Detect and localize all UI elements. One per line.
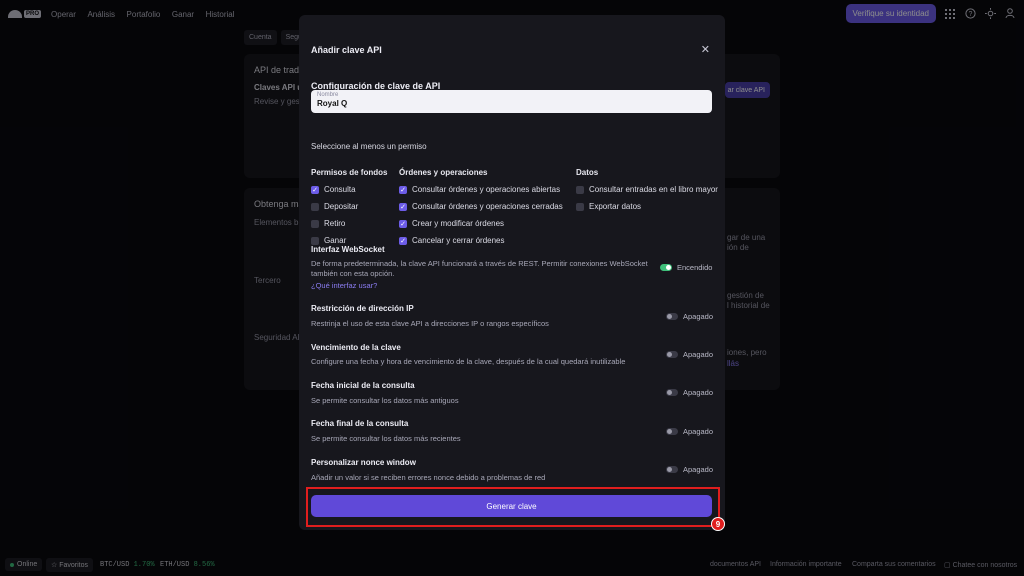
modal-title: Añadir clave API: [311, 45, 382, 55]
perm-label: Ganar: [324, 236, 347, 245]
perm-query-closed-orders[interactable]: ✓ Consultar órdenes y operaciones cerrada…: [399, 202, 563, 211]
highlight-box: [306, 487, 720, 527]
toggle-switch[interactable]: [666, 313, 678, 320]
nonce-window-title: Personalizar nonce window: [311, 458, 416, 467]
query-end-title: Fecha final de la consulta: [311, 419, 409, 428]
toggle-state-label: Encendido: [677, 263, 713, 272]
checkbox-icon[interactable]: [311, 202, 319, 211]
nonce-window-toggle[interactable]: Apagado: [666, 465, 713, 474]
name-field-label: Nombre: [317, 92, 339, 98]
perm-consulta[interactable]: ✓ Consulta: [311, 185, 356, 194]
key-expiry-desc: Configure una fecha y hora de vencimient…: [311, 357, 626, 366]
query-start-title: Fecha inicial de la consulta: [311, 381, 415, 390]
data-permissions-header: Datos: [576, 168, 599, 177]
query-start-toggle[interactable]: Apagado: [666, 388, 713, 397]
websocket-help-link[interactable]: ¿Qué interfaz usar?: [311, 281, 377, 290]
websocket-toggle[interactable]: Encendido: [660, 263, 712, 272]
checkbox-checked-icon[interactable]: ✓: [399, 236, 407, 245]
name-field[interactable]: Nombre: [311, 90, 712, 113]
perm-query-ledger[interactable]: Consultar entradas en el libro mayor: [576, 185, 718, 194]
perm-label: Consultar órdenes y operaciones abiertas: [412, 185, 561, 194]
toggle-state-label: Apagado: [683, 427, 714, 436]
checkbox-checked-icon[interactable]: ✓: [399, 202, 407, 211]
perm-retiro[interactable]: Retiro: [311, 219, 345, 228]
perm-label: Exportar datos: [589, 202, 642, 211]
ip-restriction-title: Restricción de dirección IP: [311, 304, 414, 313]
perm-label: Consultar órdenes y operaciones cerradas: [412, 202, 563, 211]
toggle-switch[interactable]: [666, 428, 678, 435]
funds-permissions-header: Permisos de fondos: [311, 168, 388, 177]
toggle-switch[interactable]: [666, 351, 678, 358]
permissions-hint: Seleccione al menos un permiso: [311, 142, 427, 151]
perm-cancel-close-orders[interactable]: ✓ Cancelar y cerrar órdenes: [399, 236, 504, 245]
checkbox-icon[interactable]: [311, 236, 319, 245]
toggle-switch[interactable]: [660, 264, 672, 271]
toggle-switch[interactable]: [666, 466, 678, 473]
checkbox-icon[interactable]: [576, 202, 584, 211]
nonce-window-desc: Añadir un valor si se reciben errores no…: [311, 473, 546, 482]
add-api-key-modal: Añadir clave API ✕ Configuración de clav…: [299, 15, 725, 530]
perm-label: Crear y modificar órdenes: [412, 219, 505, 228]
checkbox-icon[interactable]: [576, 185, 584, 194]
key-expiry-toggle[interactable]: Apagado: [666, 350, 713, 359]
toggle-state-label: Apagado: [683, 388, 714, 397]
websocket-desc: De forma predeterminada, la clave API fu…: [311, 259, 648, 278]
ip-restriction-toggle[interactable]: Apagado: [666, 312, 713, 321]
checkbox-icon[interactable]: [311, 219, 319, 228]
toggle-state-label: Apagado: [683, 350, 714, 359]
step-badge: 9: [711, 517, 725, 531]
perm-label: Cancelar y cerrar órdenes: [412, 236, 505, 245]
perm-label: Consulta: [324, 185, 356, 194]
perm-label: Retiro: [324, 219, 346, 228]
perm-label: Consultar entradas en el libro mayor: [589, 185, 718, 194]
perm-export-data[interactable]: Exportar datos: [576, 202, 641, 211]
websocket-title: Interfaz WebSocket: [311, 245, 385, 254]
query-start-desc: Se permite consultar los datos más antig…: [311, 396, 459, 405]
checkbox-checked-icon[interactable]: ✓: [399, 185, 407, 194]
close-icon[interactable]: ✕: [701, 43, 710, 56]
perm-ganar[interactable]: Ganar: [311, 236, 346, 245]
query-end-toggle[interactable]: Apagado: [666, 427, 713, 436]
perm-query-open-orders[interactable]: ✓ Consultar órdenes y operaciones abierta…: [399, 185, 560, 194]
ip-restriction-desc: Restrinja el uso de esta clave API a dir…: [311, 319, 549, 328]
perm-create-modify-orders[interactable]: ✓ Crear y modificar órdenes: [399, 219, 504, 228]
toggle-state-label: Apagado: [683, 312, 714, 321]
toggle-state-label: Apagado: [683, 465, 714, 474]
orders-permissions-header: Órdenes y operaciones: [399, 168, 488, 177]
perm-depositar[interactable]: Depositar: [311, 202, 358, 211]
perm-label: Depositar: [324, 202, 359, 211]
key-expiry-title: Vencimiento de la clave: [311, 343, 401, 352]
checkbox-checked-icon[interactable]: ✓: [399, 219, 407, 228]
name-input[interactable]: [317, 99, 706, 108]
checkbox-checked-icon[interactable]: ✓: [311, 185, 319, 194]
toggle-switch[interactable]: [666, 389, 678, 396]
query-end-desc: Se permite consultar los datos más recie…: [311, 434, 461, 443]
